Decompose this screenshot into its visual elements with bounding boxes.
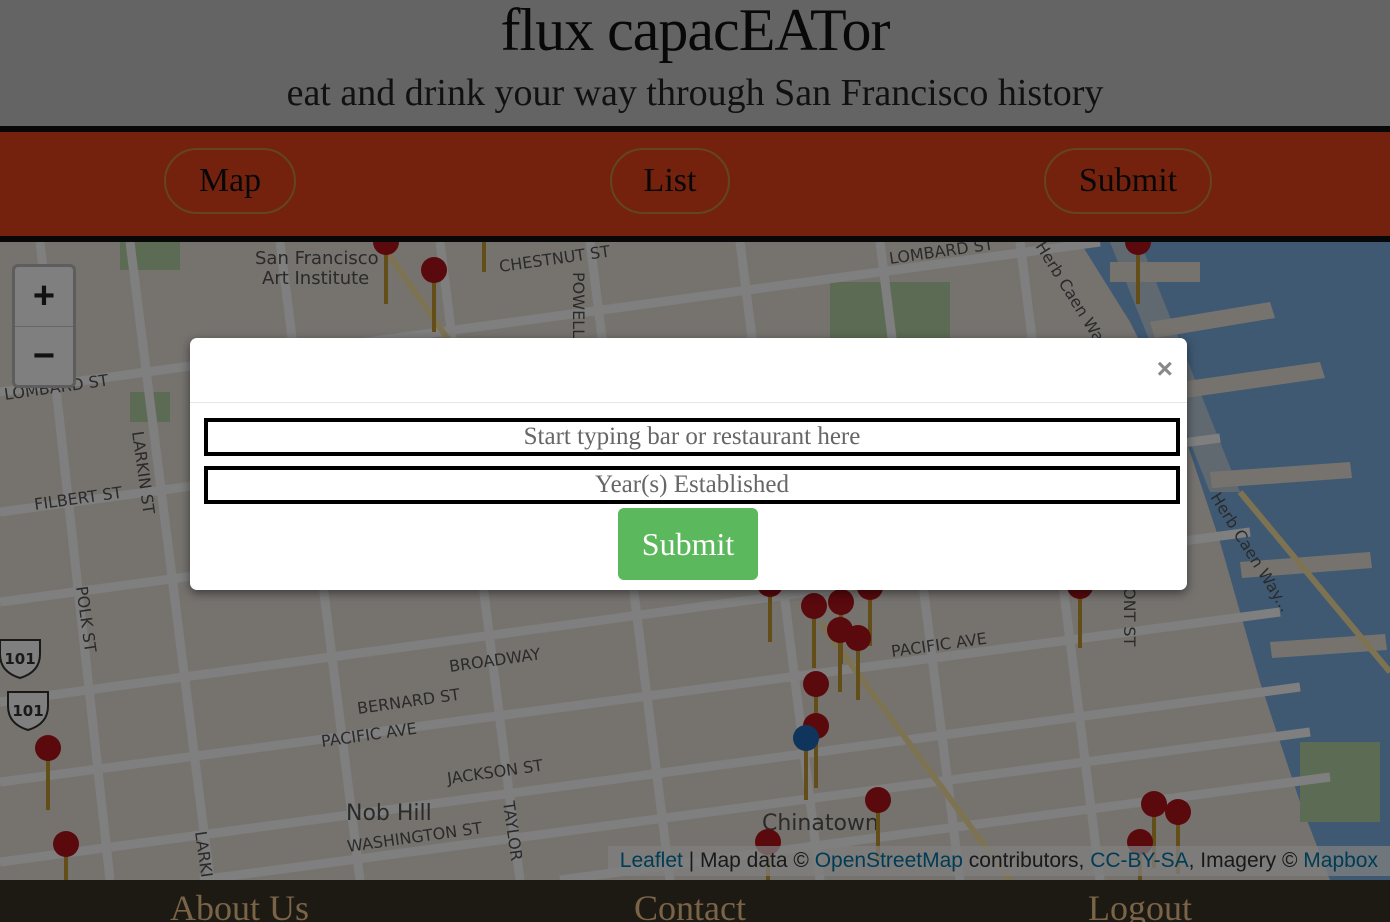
- year-established-input[interactable]: [204, 466, 1180, 504]
- restaurant-name-input[interactable]: [204, 418, 1180, 456]
- close-icon[interactable]: ×: [1157, 354, 1173, 384]
- modal-header: ×: [190, 338, 1187, 403]
- submit-modal: × Submit: [190, 338, 1187, 590]
- modal-submit-button[interactable]: Submit: [618, 508, 758, 580]
